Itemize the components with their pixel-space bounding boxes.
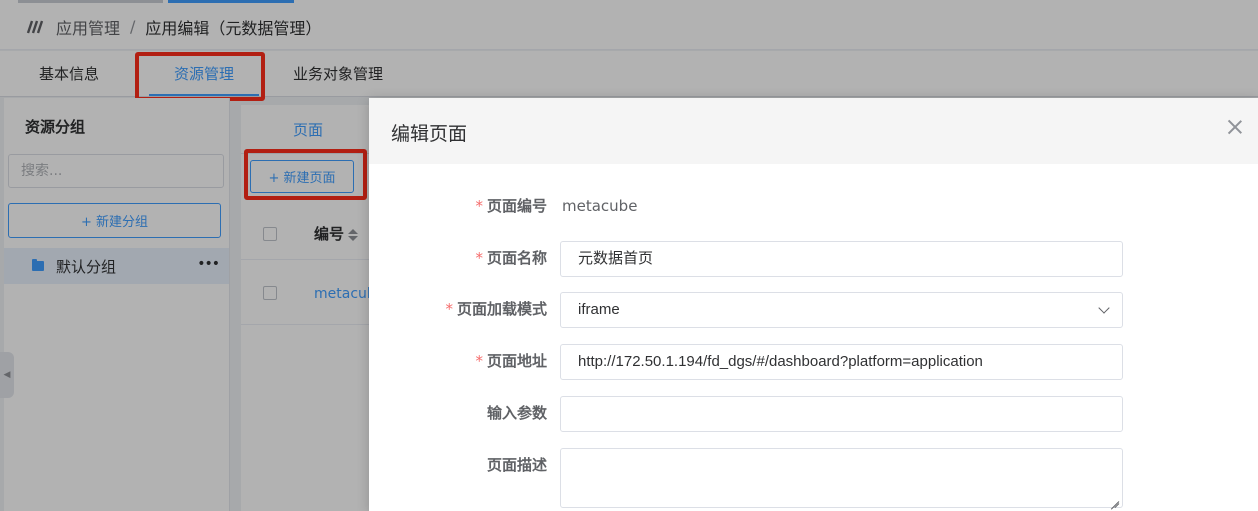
page-url-label-text: 页面地址	[486, 352, 547, 370]
dialog-title: 编辑页面	[391, 123, 468, 145]
page-url-input[interactable]: http://172.50.1.194/fd_dgs/#/dashboard?p…	[560, 344, 1123, 380]
load-mode-label-text: 页面加载模式	[456, 300, 547, 318]
page-code-label: * 页面编号	[475, 195, 547, 216]
required-mark: *	[475, 352, 483, 370]
required-mark: *	[475, 197, 483, 215]
load-mode-value: iframe	[578, 301, 620, 318]
page-url-label: * 页面地址	[475, 350, 547, 371]
close-icon[interactable]	[1226, 118, 1244, 136]
resize-handle-icon[interactable]	[1110, 495, 1120, 505]
description-textarea[interactable]	[560, 448, 1123, 508]
input-params-label: 输入参数	[486, 404, 547, 422]
page-name-label: * 页面名称	[475, 247, 547, 268]
load-mode-label: * 页面加载模式	[445, 298, 547, 319]
page-name-input[interactable]: 元数据首页	[560, 241, 1123, 277]
page-code-value: metacube	[562, 197, 638, 215]
page-code-label-text: 页面编号	[486, 197, 547, 215]
description-label: 页面描述	[486, 456, 547, 474]
dialog-header: 编辑页面	[369, 98, 1258, 164]
required-mark: *	[445, 300, 453, 318]
page-name-label-text: 页面名称	[486, 249, 547, 267]
edit-page-dialog: 编辑页面 * 页面编号 metacube * 页面名称 元数据首页 * 页面加载模式 …	[369, 98, 1258, 511]
required-mark: *	[475, 249, 483, 267]
input-params-input[interactable]	[560, 396, 1123, 432]
chevron-down-icon	[1098, 302, 1110, 314]
load-mode-select[interactable]: iframe	[560, 292, 1123, 328]
